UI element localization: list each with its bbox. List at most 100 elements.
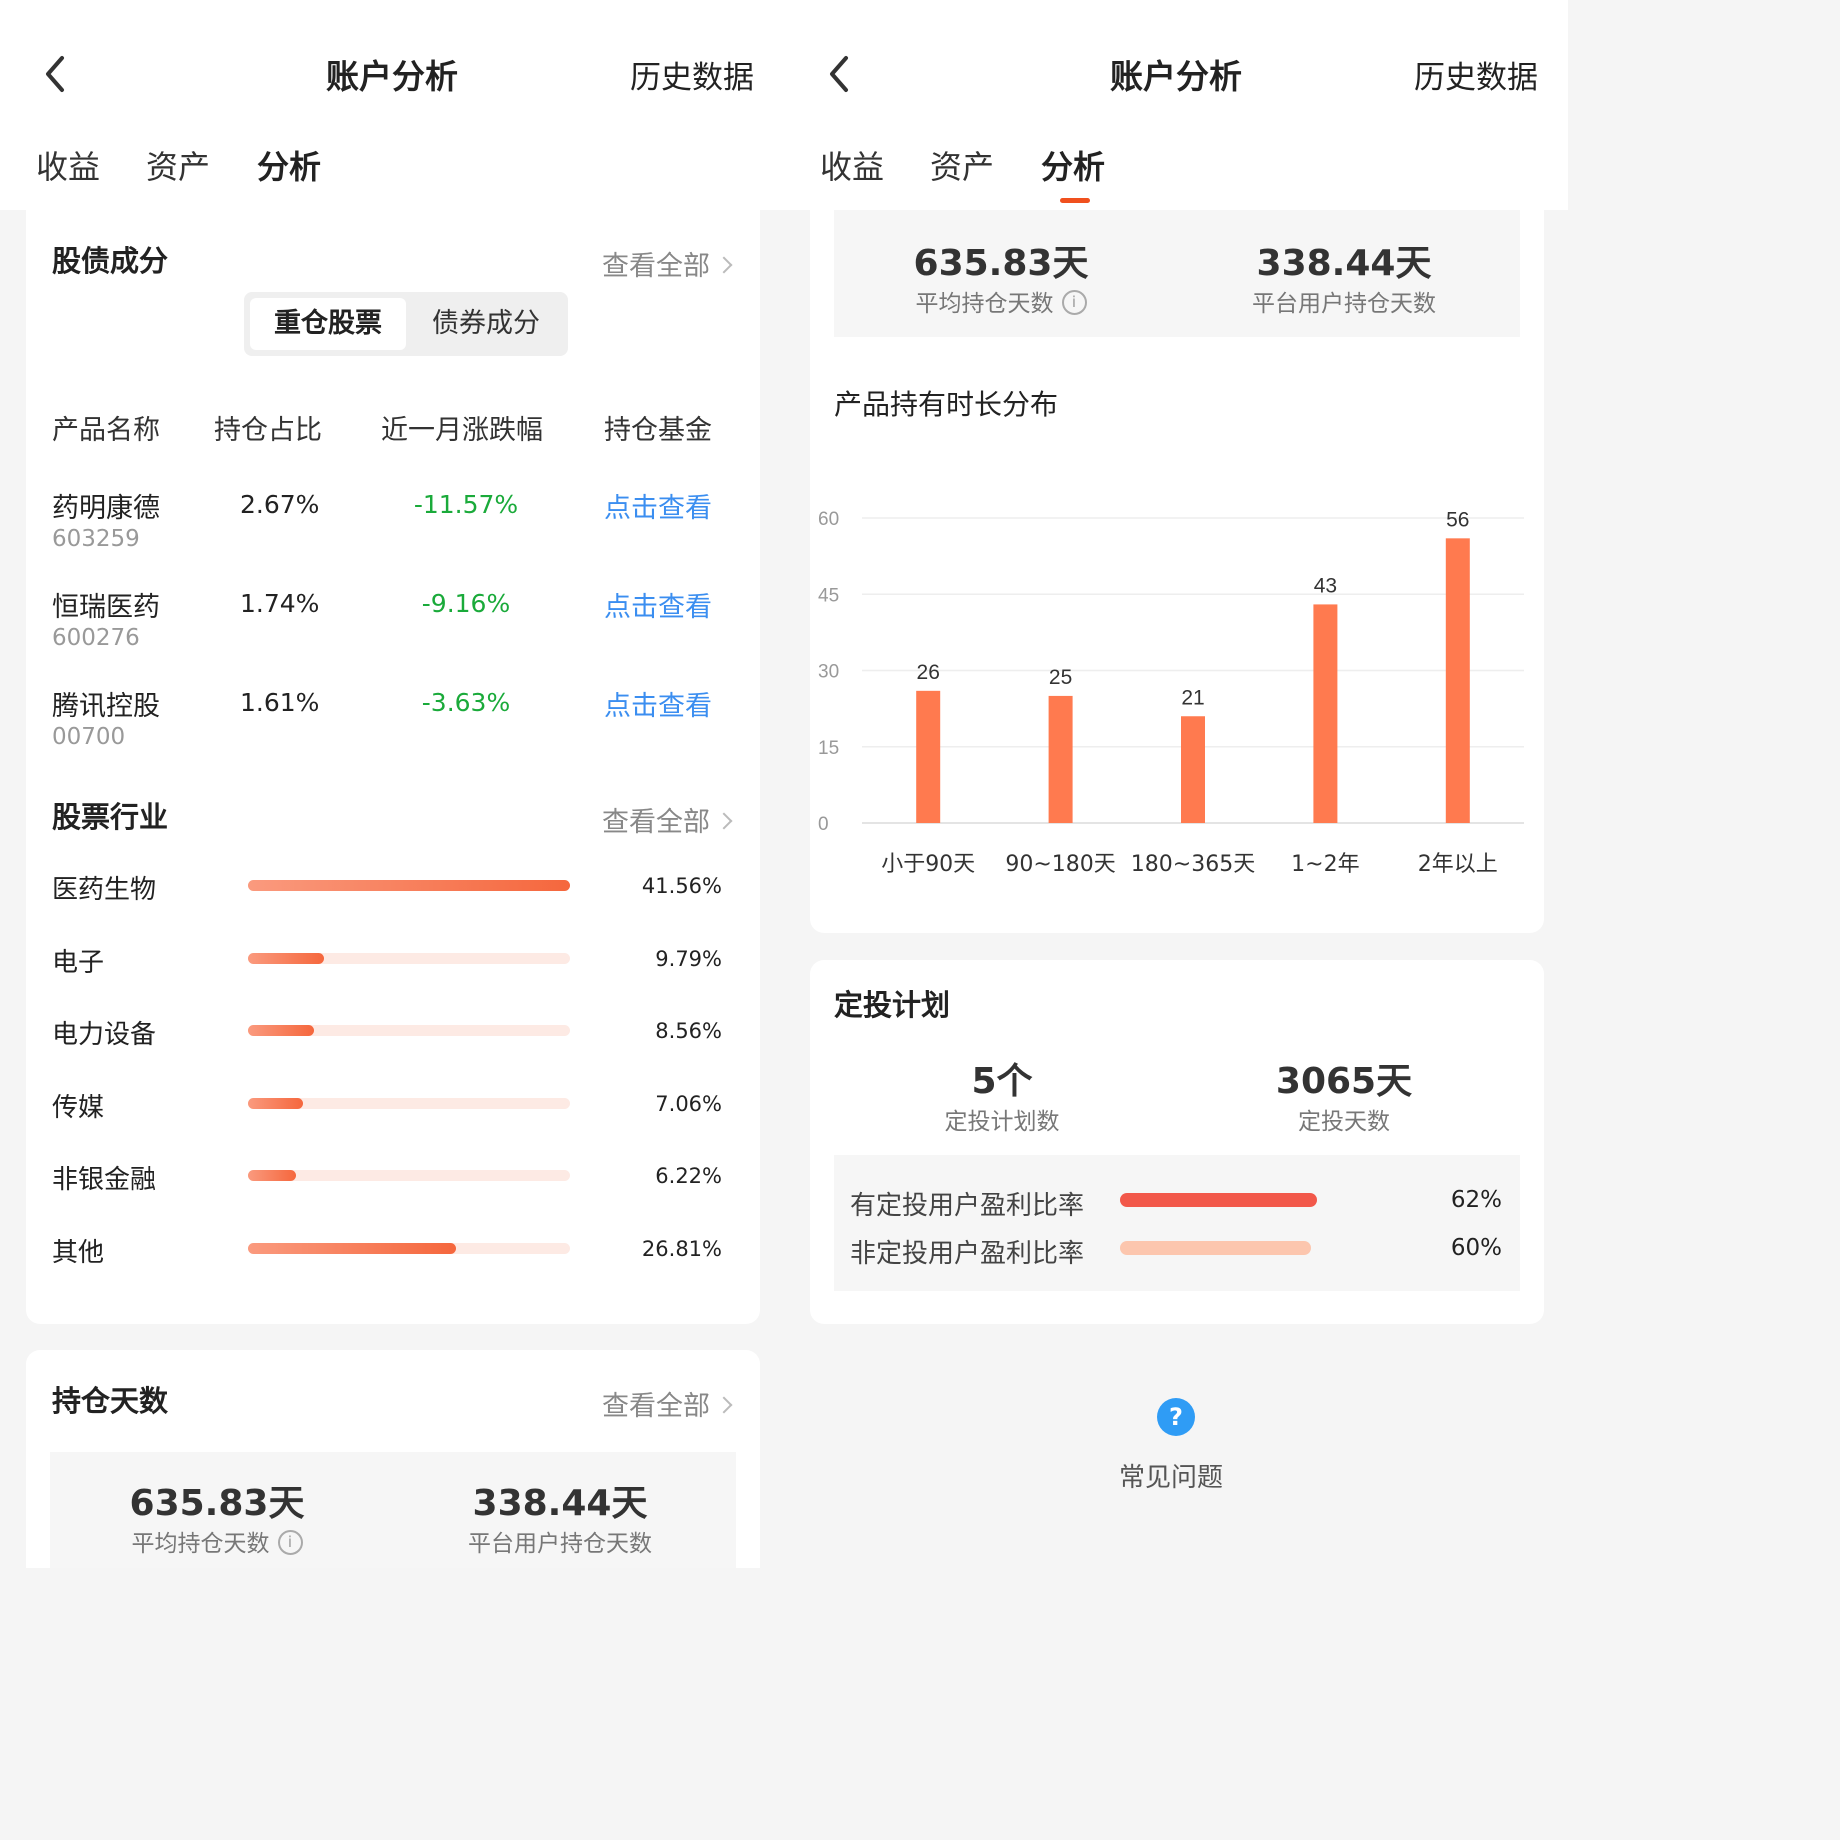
avg-holding-days-text: 平均持仓天数 [131, 1531, 270, 1557]
history-data-link[interactable]: 历史数据 [1414, 52, 1538, 97]
stock-code: 600276 [52, 625, 140, 651]
industry-bar-fill [248, 1025, 315, 1036]
tab-assets[interactable]: 资产 [930, 142, 994, 188]
col-holding-ratio: 持仓占比 [214, 415, 322, 446]
non-plan-user-profit-bar [1120, 1241, 1311, 1255]
industry-bar-fill [248, 953, 324, 964]
col-product-name: 产品名称 [52, 415, 160, 446]
bar-value-label: 26 [917, 661, 940, 684]
industry-name: 电力设备 [52, 1020, 157, 1050]
plan-count-value: 5个 [971, 1061, 1033, 1102]
view-fund-link[interactable]: 点击查看 [604, 486, 712, 525]
plan-user-profit-value: 62% [1450, 1187, 1502, 1213]
right-screen: 635.83天 平均持仓天数 i 338.44天 平台用户持仓天数 账户分析 历史… [784, 0, 1568, 1568]
view-all-label: 查看全部 [602, 251, 710, 282]
industry-bar-track [248, 1098, 570, 1109]
x-tick-label: 1~2年 [1291, 852, 1359, 877]
y-tick-label: 15 [818, 738, 839, 759]
stock-ratio: 2.67% [240, 490, 320, 519]
holding-days-view-all[interactable]: 查看全部 [602, 1384, 733, 1423]
header: 账户分析 历史数据 收益 资产 分析 [0, 0, 784, 210]
holding-days-summary: 635.83天 平均持仓天数 i 338.44天 平台用户持仓天数 [50, 1452, 736, 1568]
question-icon[interactable]: ? [1157, 1398, 1195, 1436]
industry-bar-track [248, 1170, 570, 1181]
info-icon[interactable]: i [1061, 290, 1087, 315]
stock-ratio: 1.61% [240, 688, 320, 717]
industry-bar-fill [248, 1170, 297, 1181]
bar [1445, 538, 1470, 823]
bar-value-label: 56 [1446, 508, 1469, 531]
industry-name: 电子 [52, 948, 105, 978]
platform-holding-days-value: 338.44天 [472, 1483, 648, 1524]
view-fund-link[interactable]: 点击查看 [604, 585, 712, 624]
industry-percent: 9.79% [655, 947, 722, 971]
plan-title: 定投计划 [834, 988, 951, 1022]
history-data-link[interactable]: 历史数据 [630, 52, 754, 97]
platform-holding-days-label: 平台用户持仓天数 [1252, 291, 1436, 317]
x-tick-label: 90~180天 [1005, 852, 1115, 877]
y-tick-label: 45 [818, 585, 839, 606]
view-all-label: 查看全部 [602, 1391, 710, 1422]
tab-analysis[interactable]: 分析 [1041, 142, 1105, 188]
stock-name: 药明康德 [52, 493, 160, 524]
bar [1048, 695, 1073, 823]
plan-days-label: 定投天数 [1298, 1109, 1390, 1135]
faq-link[interactable]: 常见问题 [1119, 1457, 1223, 1494]
bar-value-label: 25 [1049, 666, 1072, 689]
y-tick-label: 60 [818, 509, 839, 530]
stock-change: -11.57% [413, 490, 519, 519]
stock-change: -9.16% [421, 589, 511, 618]
holdings-view-all[interactable]: 查看全部 [602, 244, 733, 283]
stock-code: 603259 [52, 526, 140, 552]
non-plan-user-profit-label: 非定投用户盈利比率 [850, 1239, 1085, 1269]
col-month-change: 近一月涨跌幅 [381, 415, 543, 446]
industry-bar-fill [248, 1243, 456, 1254]
industry-bar-track [248, 1025, 570, 1036]
info-icon[interactable]: i [277, 1530, 303, 1555]
view-fund-link[interactable]: 点击查看 [604, 684, 712, 723]
plan-days-value: 3065天 [1275, 1061, 1413, 1102]
industry-name: 医药生物 [52, 875, 157, 905]
plan-count-label: 定投计划数 [944, 1109, 1060, 1135]
industry-percent: 41.56% [641, 874, 722, 898]
header: 账户分析 历史数据 收益 资产 分析 [784, 0, 1568, 210]
stock-code: 00700 [52, 724, 126, 750]
segment-heavy-stocks[interactable]: 重仓股票 [250, 298, 406, 350]
industry-name: 非银金融 [52, 1165, 157, 1195]
stock-change: -3.63% [421, 688, 511, 717]
industry-view-all[interactable]: 查看全部 [602, 800, 733, 839]
avg-holding-days-label: 平均持仓天数 i [50, 1524, 384, 1558]
holding-duration-chart: 0 15 30 45 60 26 小于90天 25 90~180天 21 180~365天 43 1~2… [818, 508, 1524, 877]
profit-rate-box: 有定投用户盈利比率 62% 非定投用户盈利比率 60% [834, 1155, 1520, 1291]
industry-name: 其他 [52, 1238, 105, 1268]
segment-bonds[interactable]: 债券成分 [410, 298, 562, 350]
avg-holding-days-value: 635.83天 [129, 1483, 305, 1524]
tab-assets[interactable]: 资产 [146, 142, 210, 188]
view-all-label: 查看全部 [602, 807, 710, 838]
industry-bar-track [248, 880, 570, 891]
y-tick-label: 30 [818, 662, 839, 683]
industry-percent: 7.06% [655, 1092, 722, 1116]
chevron-right-icon [715, 256, 733, 273]
bar [916, 690, 941, 823]
industry-bar-fill [248, 1098, 303, 1109]
stock-name: 恒瑞医药 [52, 592, 160, 623]
col-holding-fund: 持仓基金 [604, 415, 712, 446]
industry-percent: 8.56% [655, 1019, 722, 1043]
bar-value-label: 21 [1181, 686, 1204, 709]
platform-holding-days-label: 平台用户持仓天数 [468, 1531, 652, 1557]
tab-income[interactable]: 收益 [820, 142, 884, 188]
avg-holding-days-text: 平均持仓天数 [915, 291, 1054, 317]
bar [1181, 716, 1205, 823]
stock-ratio: 1.74% [240, 589, 320, 618]
holding-days-summary-top: 635.83天 平均持仓天数 i 338.44天 平台用户持仓天数 [834, 210, 1520, 337]
tab-income[interactable]: 收益 [36, 142, 100, 188]
avg-holding-days-value: 635.83天 [913, 243, 1089, 284]
holdings-title: 股债成分 [52, 244, 169, 278]
plan-user-profit-label: 有定投用户盈利比率 [850, 1191, 1085, 1221]
active-tab-indicator [1060, 198, 1090, 203]
non-plan-user-profit-value: 60% [1450, 1235, 1502, 1261]
industry-percent: 6.22% [655, 1164, 722, 1188]
distribution-title: 产品持有时长分布 [834, 388, 1059, 421]
tab-analysis[interactable]: 分析 [257, 142, 321, 188]
